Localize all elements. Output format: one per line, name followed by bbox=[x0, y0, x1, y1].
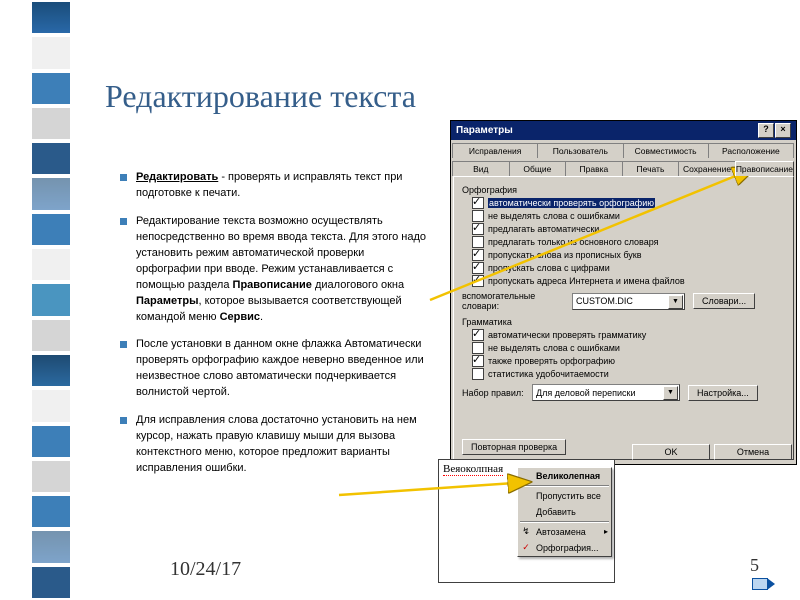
checkbox-label: пропускать слова из прописных букв bbox=[488, 250, 642, 260]
tabs-row-1: Исправления Пользователь Совместимость Р… bbox=[451, 140, 796, 158]
bullet-4: Для исправления слова достаточно установ… bbox=[120, 413, 432, 477]
tab-location[interactable]: Расположение bbox=[708, 143, 794, 158]
bullet-2: Редактирование текста возможно осуществл… bbox=[120, 214, 432, 326]
body-text: Редактировать - проверять и исправлять т… bbox=[120, 170, 432, 489]
tabs-row-2: Вид Общие Правка Печать Сохранение Право… bbox=[451, 158, 796, 176]
autocorrect-icon: ↯ bbox=[520, 526, 532, 538]
rules-dropdown[interactable]: Для деловой переписки bbox=[532, 384, 680, 401]
ctx-skip-all[interactable]: Пропустить все bbox=[518, 488, 611, 504]
tab-print[interactable]: Печать bbox=[622, 161, 680, 176]
spelling-check-6[interactable]: пропускать адреса Интернета и имена файл… bbox=[472, 275, 785, 287]
rules-label: Набор правил: bbox=[462, 388, 532, 398]
dialog-titlebar: Параметры ? × bbox=[451, 121, 796, 140]
footer-date: 10/24/17 bbox=[170, 558, 241, 581]
grammar-check-0[interactable]: автоматически проверять грамматику bbox=[472, 329, 785, 341]
grammar-check-3[interactable]: статистика удобочитаемости bbox=[472, 368, 785, 380]
tab-corrections[interactable]: Исправления bbox=[452, 143, 538, 158]
checkbox-label: автоматически проверять орфографию bbox=[488, 198, 655, 208]
help-icon[interactable]: ? bbox=[758, 123, 774, 138]
tab-compat[interactable]: Совместимость bbox=[623, 143, 709, 158]
tab-general[interactable]: Общие bbox=[509, 161, 567, 176]
checkbox-label: пропускать слова с цифрами bbox=[488, 263, 610, 273]
context-menu: Великолепная Пропустить все Добавить ↯ А… bbox=[517, 467, 612, 557]
checkbox-icon[interactable] bbox=[472, 329, 484, 341]
aux-dict-label: вспомогательные словари: bbox=[462, 291, 572, 311]
tab-view[interactable]: Вид bbox=[452, 161, 510, 176]
ctx-spelling[interactable]: ✓ Орфография... bbox=[518, 540, 611, 556]
tab-save[interactable]: Сохранение bbox=[678, 161, 736, 176]
spellcheck-popup: Веяоколпная Великолепная Пропустить все … bbox=[438, 459, 615, 583]
spelling-check-5[interactable]: пропускать слова с цифрами bbox=[472, 262, 785, 274]
checkbox-label: предлагать только из основного словаря bbox=[488, 237, 659, 247]
dialog-title: Параметры bbox=[456, 125, 757, 136]
checkbox-label: не выделять слова с ошибками bbox=[488, 343, 620, 353]
aux-dict-dropdown[interactable]: CUSTOM.DIC bbox=[572, 293, 685, 310]
tab-user[interactable]: Пользователь bbox=[537, 143, 623, 158]
close-icon[interactable]: × bbox=[775, 123, 791, 138]
parameters-dialog: Параметры ? × Исправления Пользователь С… bbox=[450, 120, 797, 465]
checkbox-label: пропускать адреса Интернета и имена файл… bbox=[488, 276, 685, 286]
spelling-check-1[interactable]: не выделять слова с ошибками bbox=[472, 210, 785, 222]
checkbox-icon[interactable] bbox=[472, 355, 484, 367]
ctx-add[interactable]: Добавить bbox=[518, 504, 611, 520]
spelling-check-3[interactable]: предлагать только из основного словаря bbox=[472, 236, 785, 248]
checkbox-label: также проверять орфографию bbox=[488, 356, 615, 366]
grammar-check-2[interactable]: также проверять орфографию bbox=[472, 355, 785, 367]
checkbox-label: автоматически проверять грамматику bbox=[488, 330, 646, 340]
bullet-3: После установки в данном окне флажка Авт… bbox=[120, 337, 432, 401]
spelling-check-4[interactable]: пропускать слова из прописных букв bbox=[472, 249, 785, 261]
checkbox-label: не выделять слова с ошибками bbox=[488, 211, 620, 221]
checkbox-icon[interactable] bbox=[472, 368, 484, 380]
settings-button[interactable]: Настройка... bbox=[688, 385, 758, 401]
next-slide-arrow[interactable] bbox=[752, 578, 768, 590]
cancel-button[interactable]: Отмена bbox=[714, 444, 792, 460]
checkbox-icon[interactable] bbox=[472, 223, 484, 235]
ctx-suggestion[interactable]: Великолепная bbox=[518, 468, 611, 484]
bullet-1: Редактировать - проверять и исправлять т… bbox=[120, 170, 432, 202]
checkbox-icon[interactable] bbox=[472, 197, 484, 209]
ok-button[interactable]: OK bbox=[632, 444, 710, 460]
abc-icon: ✓ bbox=[520, 542, 532, 554]
ctx-autocorrect[interactable]: ↯ Автозамена bbox=[518, 524, 611, 540]
spelling-check-0[interactable]: автоматически проверять орфографию bbox=[472, 197, 785, 209]
tab-panel: Орфография автоматически проверять орфог… bbox=[453, 176, 794, 460]
checkbox-label: предлагать автоматически bbox=[488, 224, 599, 234]
tab-spelling[interactable]: Правописание bbox=[735, 161, 794, 176]
spelling-check-2[interactable]: предлагать автоматически bbox=[472, 223, 785, 235]
slide-title: Редактирование текста bbox=[105, 78, 416, 115]
misspelled-word: Веяоколпная bbox=[443, 463, 503, 476]
recheck-button[interactable]: Повторная проверка bbox=[462, 439, 566, 455]
grammar-check-1[interactable]: не выделять слова с ошибками bbox=[472, 342, 785, 354]
spelling-group: Орфография bbox=[462, 185, 785, 195]
footer-page-number: 5 bbox=[750, 555, 759, 576]
tab-edit[interactable]: Правка bbox=[565, 161, 623, 176]
dictionaries-button[interactable]: Словари... bbox=[693, 293, 755, 309]
decorative-strip bbox=[32, 0, 70, 600]
checkbox-icon[interactable] bbox=[472, 275, 484, 287]
checkbox-label: статистика удобочитаемости bbox=[488, 369, 609, 379]
grammar-group: Грамматика bbox=[462, 317, 785, 327]
